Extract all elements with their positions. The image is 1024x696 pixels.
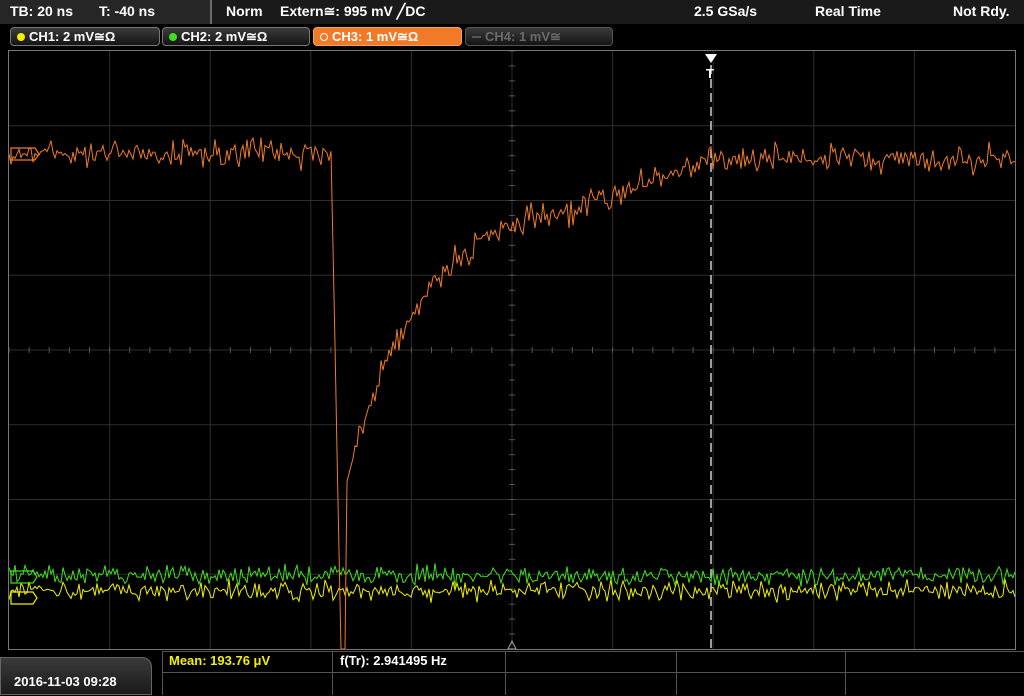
trigger-mode-label[interactable]: Norm [226,3,263,19]
timebase-label[interactable]: TB: 20 ns [10,3,73,19]
divider [162,651,163,695]
divider [845,651,846,695]
frequency-measurement[interactable]: f(Tr): 2.941495 Hz [340,653,447,668]
svg-text:T: T [706,66,714,81]
channel-2-button[interactable]: CH2: 2 mV≅Ω [162,27,310,46]
divider [676,651,677,695]
measurement-row [162,672,1024,696]
trigger-T-icon[interactable]: T [705,54,717,81]
trigger-time-label[interactable]: T: -40 ns [99,3,155,19]
channel-2-offset-marker-icon[interactable] [10,570,38,584]
channel-bar: CH1: 2 mV≅Ω CH2: 2 mV≅Ω CH3: 1 mV≅Ω CH4:… [0,25,1024,49]
date-panel: 2016-11-03 09:28 [0,657,152,695]
channel-1-dot-icon [17,33,25,41]
divider [332,651,333,695]
measurement-table[interactable]: Mean: 193.76 μV f(Tr): 2.941495 Hz [162,651,1024,695]
waveform-display[interactable]: T [8,50,1016,650]
channel-4-button[interactable]: CH4: 1 mV≅ [465,27,613,46]
divider [505,651,506,695]
channel-4-label: CH4: 1 mV≅ [485,29,561,44]
channel-2-dot-icon [169,33,177,41]
acquisition-status-label: Not Rdy. [953,3,1010,19]
graticule [8,50,1015,649]
acquisition-mode-label[interactable]: Real Time [815,3,881,19]
channel-3-button[interactable]: CH3: 1 mV≅Ω [313,27,462,46]
date-time: 2016-11-03 09:28 [14,674,117,689]
timebase-panel[interactable]: TB: 20 ns T: -40 ns [0,0,212,24]
channel-2-label: CH2: 2 mV≅Ω [181,29,268,44]
measurement-row [162,651,1024,672]
channel-1-offset-marker-icon[interactable] [10,591,38,605]
trigger-source-label[interactable]: Extern≅: 995 mV ╱DC [280,3,425,20]
channel-3-label: CH3: 1 mV≅Ω [332,29,419,44]
status-bar: TB: 20 ns T: -40 ns Norm Extern≅: 995 mV… [0,0,1024,24]
channel-1-label: CH1: 2 mV≅Ω [29,29,116,44]
channel-1-button[interactable]: CH1: 2 mV≅Ω [10,27,160,46]
sample-rate-label[interactable]: 2.5 GSa/s [694,3,757,19]
mean-measurement[interactable]: Mean: 193.76 μV [169,653,270,668]
waveform-svg: T [8,50,1016,650]
channel-3-dot-icon [320,33,328,41]
channel-4-off-icon [472,36,481,38]
